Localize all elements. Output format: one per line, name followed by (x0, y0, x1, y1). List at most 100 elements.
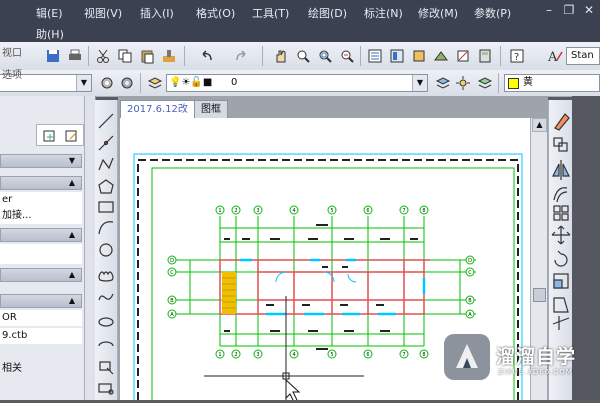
scale-icon[interactable] (553, 273, 569, 289)
palette-row[interactable]: 相关 (0, 358, 82, 380)
polyline-icon[interactable] (98, 157, 114, 171)
make-block-icon[interactable] (98, 383, 114, 395)
offset-icon[interactable] (553, 187, 568, 203)
layer-name: 0 (231, 77, 238, 88)
menu-modify[interactable]: 修改(M) (418, 5, 458, 21)
mirror-icon[interactable] (552, 160, 570, 180)
text-style-icon[interactable]: A (544, 45, 566, 67)
tab-layout-frame[interactable]: 图框 (194, 100, 228, 118)
menu-insert[interactable]: 插入(I) (140, 5, 174, 21)
palette-scrollbar[interactable] (84, 96, 95, 400)
make-object-layer-current-icon[interactable] (432, 72, 454, 94)
save-icon[interactable] (42, 45, 64, 67)
arc-icon[interactable] (98, 221, 114, 235)
spline-icon[interactable] (98, 293, 114, 301)
layer-combo[interactable]: 💡☀🔓■ 0 ▼ (166, 74, 428, 92)
chevron-down-icon[interactable]: ▼ (412, 75, 427, 91)
palette-row[interactable]: er (0, 192, 82, 208)
menu-tools[interactable]: 工具(T) (252, 5, 289, 21)
array-icon[interactable] (553, 205, 569, 221)
help-icon[interactable]: ? (506, 45, 528, 67)
menu-help[interactable]: 助(H) (36, 26, 64, 42)
watermark-brand: 溜溜自学 (496, 346, 577, 368)
construction-line-icon[interactable] (98, 135, 114, 151)
workspace-settings-icon[interactable] (96, 72, 118, 94)
grid-label-top: 4 (292, 208, 295, 214)
line-icon[interactable] (98, 113, 114, 129)
palette-edit-icon[interactable] (61, 125, 83, 147)
palette-row[interactable]: 加接... (0, 208, 82, 224)
tab-layout-1[interactable]: 2017.6.12改 (120, 100, 195, 118)
undo-icon[interactable] (196, 45, 218, 67)
palette-section-header[interactable]: ▲ (0, 268, 82, 282)
close-icon[interactable]: ✕ (582, 3, 596, 17)
palette-add-icon[interactable] (39, 125, 61, 147)
palette-row[interactable]: 9.ctb (0, 328, 82, 344)
menu-draw[interactable]: 绘图(D) (308, 5, 347, 21)
plot-icon[interactable] (64, 45, 86, 67)
sheet-set-icon[interactable] (430, 45, 452, 67)
properties-icon[interactable] (364, 45, 386, 67)
paste-icon[interactable] (136, 45, 158, 67)
copy-icon[interactable] (114, 45, 136, 67)
chevron-down-icon[interactable]: ▼ (76, 75, 91, 91)
watermark: 溜溜自学 ZIXUE.3D66.COM (440, 328, 590, 390)
copy-object-icon[interactable] (553, 137, 568, 152)
palette-section-header[interactable]: ▲ (0, 228, 82, 242)
redo-icon[interactable] (230, 45, 252, 67)
chevron-up-icon: ▲ (68, 178, 75, 187)
match-properties-icon[interactable] (158, 45, 180, 67)
polygon-icon[interactable] (98, 179, 114, 194)
grid-label-left: A (170, 312, 174, 318)
zoom-realtime-icon[interactable] (292, 45, 314, 67)
rotate-icon[interactable] (554, 250, 568, 267)
scroll-up-arrow-icon[interactable]: ▲ (532, 118, 547, 132)
grid-label-bottom: 6 (366, 352, 369, 358)
menu-edit[interactable]: 辑(E) (36, 5, 63, 21)
chevron-up-icon: ▲ (68, 230, 75, 239)
layer-states-icon[interactable] (474, 72, 496, 94)
markup-icon[interactable] (452, 45, 474, 67)
palette-section-header[interactable]: ▼ (0, 154, 82, 168)
tool-palettes-icon[interactable] (408, 45, 430, 67)
zoom-previous-icon[interactable] (336, 45, 358, 67)
scroll-thumb[interactable] (533, 288, 546, 302)
cut-icon[interactable] (92, 45, 114, 67)
erase-icon[interactable] (554, 113, 570, 131)
layer-properties-icon[interactable] (144, 72, 166, 94)
palette-row[interactable] (0, 244, 82, 264)
palette-section-header[interactable]: ▲ (0, 294, 82, 308)
menu-format[interactable]: 格式(O) (196, 5, 235, 21)
menu-dimension[interactable]: 标注(N) (364, 5, 403, 21)
gear-icon[interactable] (116, 72, 138, 94)
grid-label-top: 5 (330, 208, 333, 214)
color-name: 黄 (523, 77, 533, 88)
insert-block-icon[interactable] (99, 361, 114, 375)
ellipse-arc-icon[interactable] (98, 341, 114, 347)
palette-section-header[interactable]: ▲ (0, 176, 82, 190)
ellipse-icon[interactable] (98, 317, 114, 327)
standard-toolbar: ? A Stan (0, 42, 600, 71)
restore-icon[interactable]: ❐ (562, 3, 576, 17)
minimize-icon[interactable]: – (542, 3, 556, 17)
stretch-icon[interactable] (553, 297, 569, 313)
color-combo[interactable]: 黄 (504, 74, 600, 92)
calculator-icon[interactable] (474, 45, 496, 67)
design-center-icon[interactable] (386, 45, 408, 67)
move-icon[interactable] (551, 225, 571, 245)
watermark-url: ZIXUE.3D66.COM (498, 368, 573, 376)
menu-view[interactable]: 视图(V) (84, 5, 122, 21)
pan-hand-icon[interactable] (270, 45, 292, 67)
menu-parametric[interactable]: 参数(P) (474, 5, 511, 21)
circle-icon[interactable] (99, 243, 113, 257)
revision-cloud-icon[interactable] (98, 271, 114, 282)
text-style-combo[interactable]: Stan (566, 47, 600, 65)
grid-label-right: C (468, 270, 472, 276)
doors (275, 271, 357, 283)
zoom-window-icon[interactable] (314, 45, 336, 67)
grid-label-bottom: 3 (256, 352, 259, 358)
layer-previous-icon[interactable] (452, 72, 474, 94)
palette-row[interactable]: OR (0, 310, 82, 326)
grid-label-bottom: 4 (292, 352, 295, 358)
rectangle-icon[interactable] (98, 201, 114, 213)
